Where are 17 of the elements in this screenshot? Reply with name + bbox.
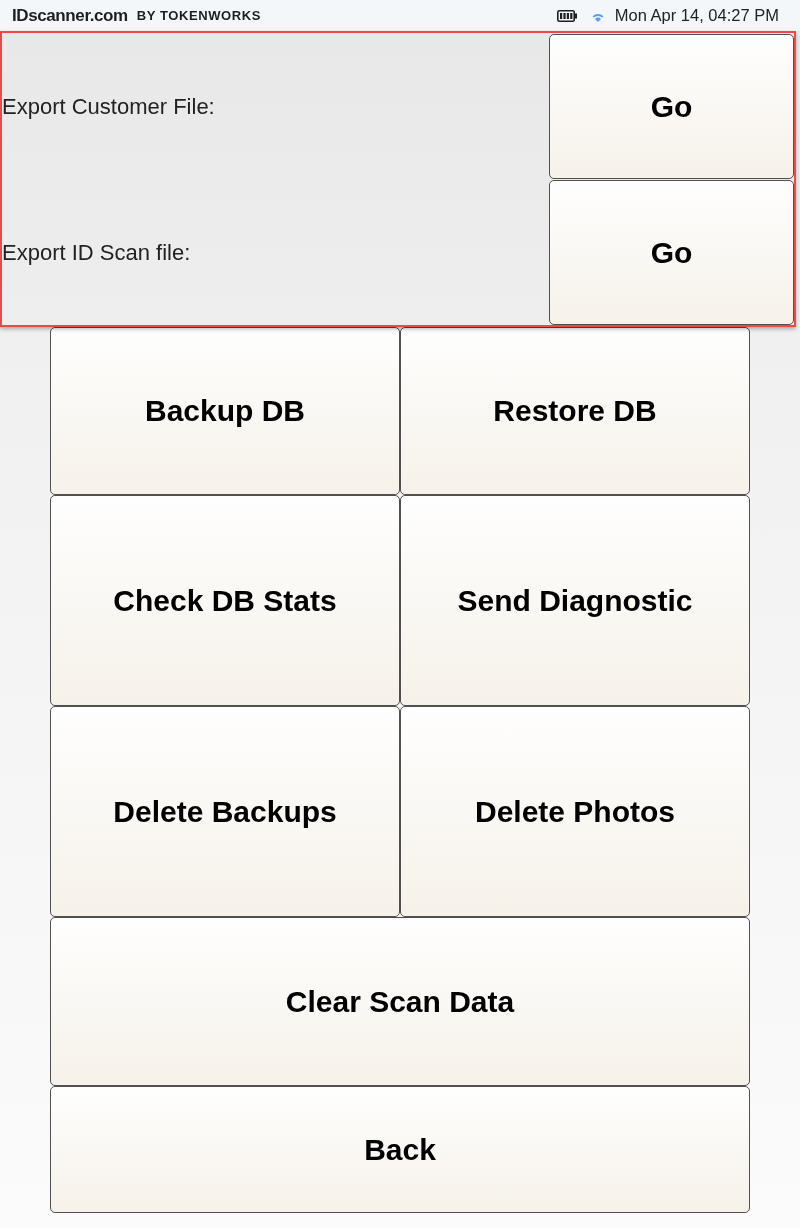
- action-button[interactable]: Check DB Stats: [50, 495, 400, 706]
- field-label: Export Customer File:: [2, 93, 216, 120]
- action-button[interactable]: Delete Backups: [50, 706, 400, 917]
- logo-text: IDscanner.com: [12, 5, 128, 26]
- clock-time: Mon Apr 14, 04:27 PM: [614, 6, 779, 25]
- action-button[interactable]: Send Diagnostic: [400, 495, 750, 706]
- action-button[interactable]: Back: [50, 1086, 750, 1213]
- action-button[interactable]: Delete Photos: [400, 706, 750, 917]
- byline-text: BY TOKENWORKS: [136, 8, 262, 23]
- battery-icon: [556, 9, 577, 22]
- go-button[interactable]: Go: [549, 180, 794, 325]
- go-button[interactable]: Go: [549, 34, 794, 179]
- action-button[interactable]: Clear Scan Data: [50, 917, 750, 1086]
- action-button[interactable]: Backup DB: [50, 327, 400, 495]
- wifi-icon: [591, 13, 604, 22]
- action-button[interactable]: Restore DB: [400, 327, 750, 495]
- field-label: Export ID Scan file:: [2, 239, 192, 266]
